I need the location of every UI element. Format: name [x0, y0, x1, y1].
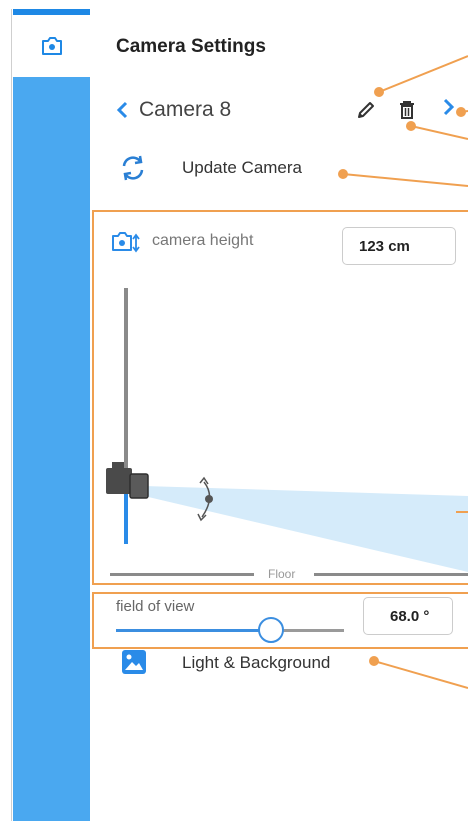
callout-delete: [410, 125, 468, 140]
camera-height-panel: camera height 123 cm Floor: [92, 210, 468, 585]
field-of-view-label: field of view: [116, 598, 195, 615]
page-title: Camera Settings: [116, 36, 266, 57]
height-pole: [124, 288, 128, 468]
chevron-right-icon: [443, 98, 455, 116]
refresh-icon: [122, 155, 144, 181]
camera-height-icon: [112, 232, 140, 253]
camera-icon: [41, 37, 62, 55]
view-cone: [144, 486, 468, 572]
chevron-left-icon: [116, 101, 128, 119]
trash-icon: [400, 101, 414, 119]
floor-label: Floor: [268, 567, 296, 581]
update-camera-label: Update Camera: [182, 158, 303, 177]
edit-button[interactable]: [355, 99, 377, 121]
sidebar-rail: [13, 77, 90, 821]
update-camera-button[interactable]: Update Camera: [118, 150, 368, 186]
field-of-view-slider[interactable]: [116, 617, 344, 643]
camera-height-input[interactable]: 123 cm: [342, 227, 456, 265]
camera-nav: Camera 8: [112, 96, 468, 126]
image-icon: [122, 650, 146, 674]
camera-height-label: camera height: [152, 232, 254, 249]
field-of-view-slider-thumb[interactable]: [258, 617, 284, 643]
callout-edit: [378, 55, 468, 93]
window-edge: [11, 9, 12, 821]
camera-height-scene: [106, 288, 468, 576]
delete-button[interactable]: [397, 99, 417, 121]
next-button[interactable]: [442, 98, 458, 122]
field-of-view-input[interactable]: 68.0 °: [363, 597, 453, 635]
field-of-view-slider-fill: [116, 629, 271, 632]
camera-tab[interactable]: [13, 15, 90, 77]
pencil-icon: [358, 102, 374, 118]
floor-line-left: [110, 573, 254, 576]
light-background-label: Light & Background: [182, 653, 331, 672]
back-button[interactable]: [112, 98, 132, 122]
light-background-button[interactable]: Light & Background: [120, 645, 420, 679]
floor-line-right: [314, 573, 468, 576]
field-of-view-panel: field of view 68.0 °: [92, 592, 468, 649]
camera-name: Camera 8: [139, 98, 232, 121]
